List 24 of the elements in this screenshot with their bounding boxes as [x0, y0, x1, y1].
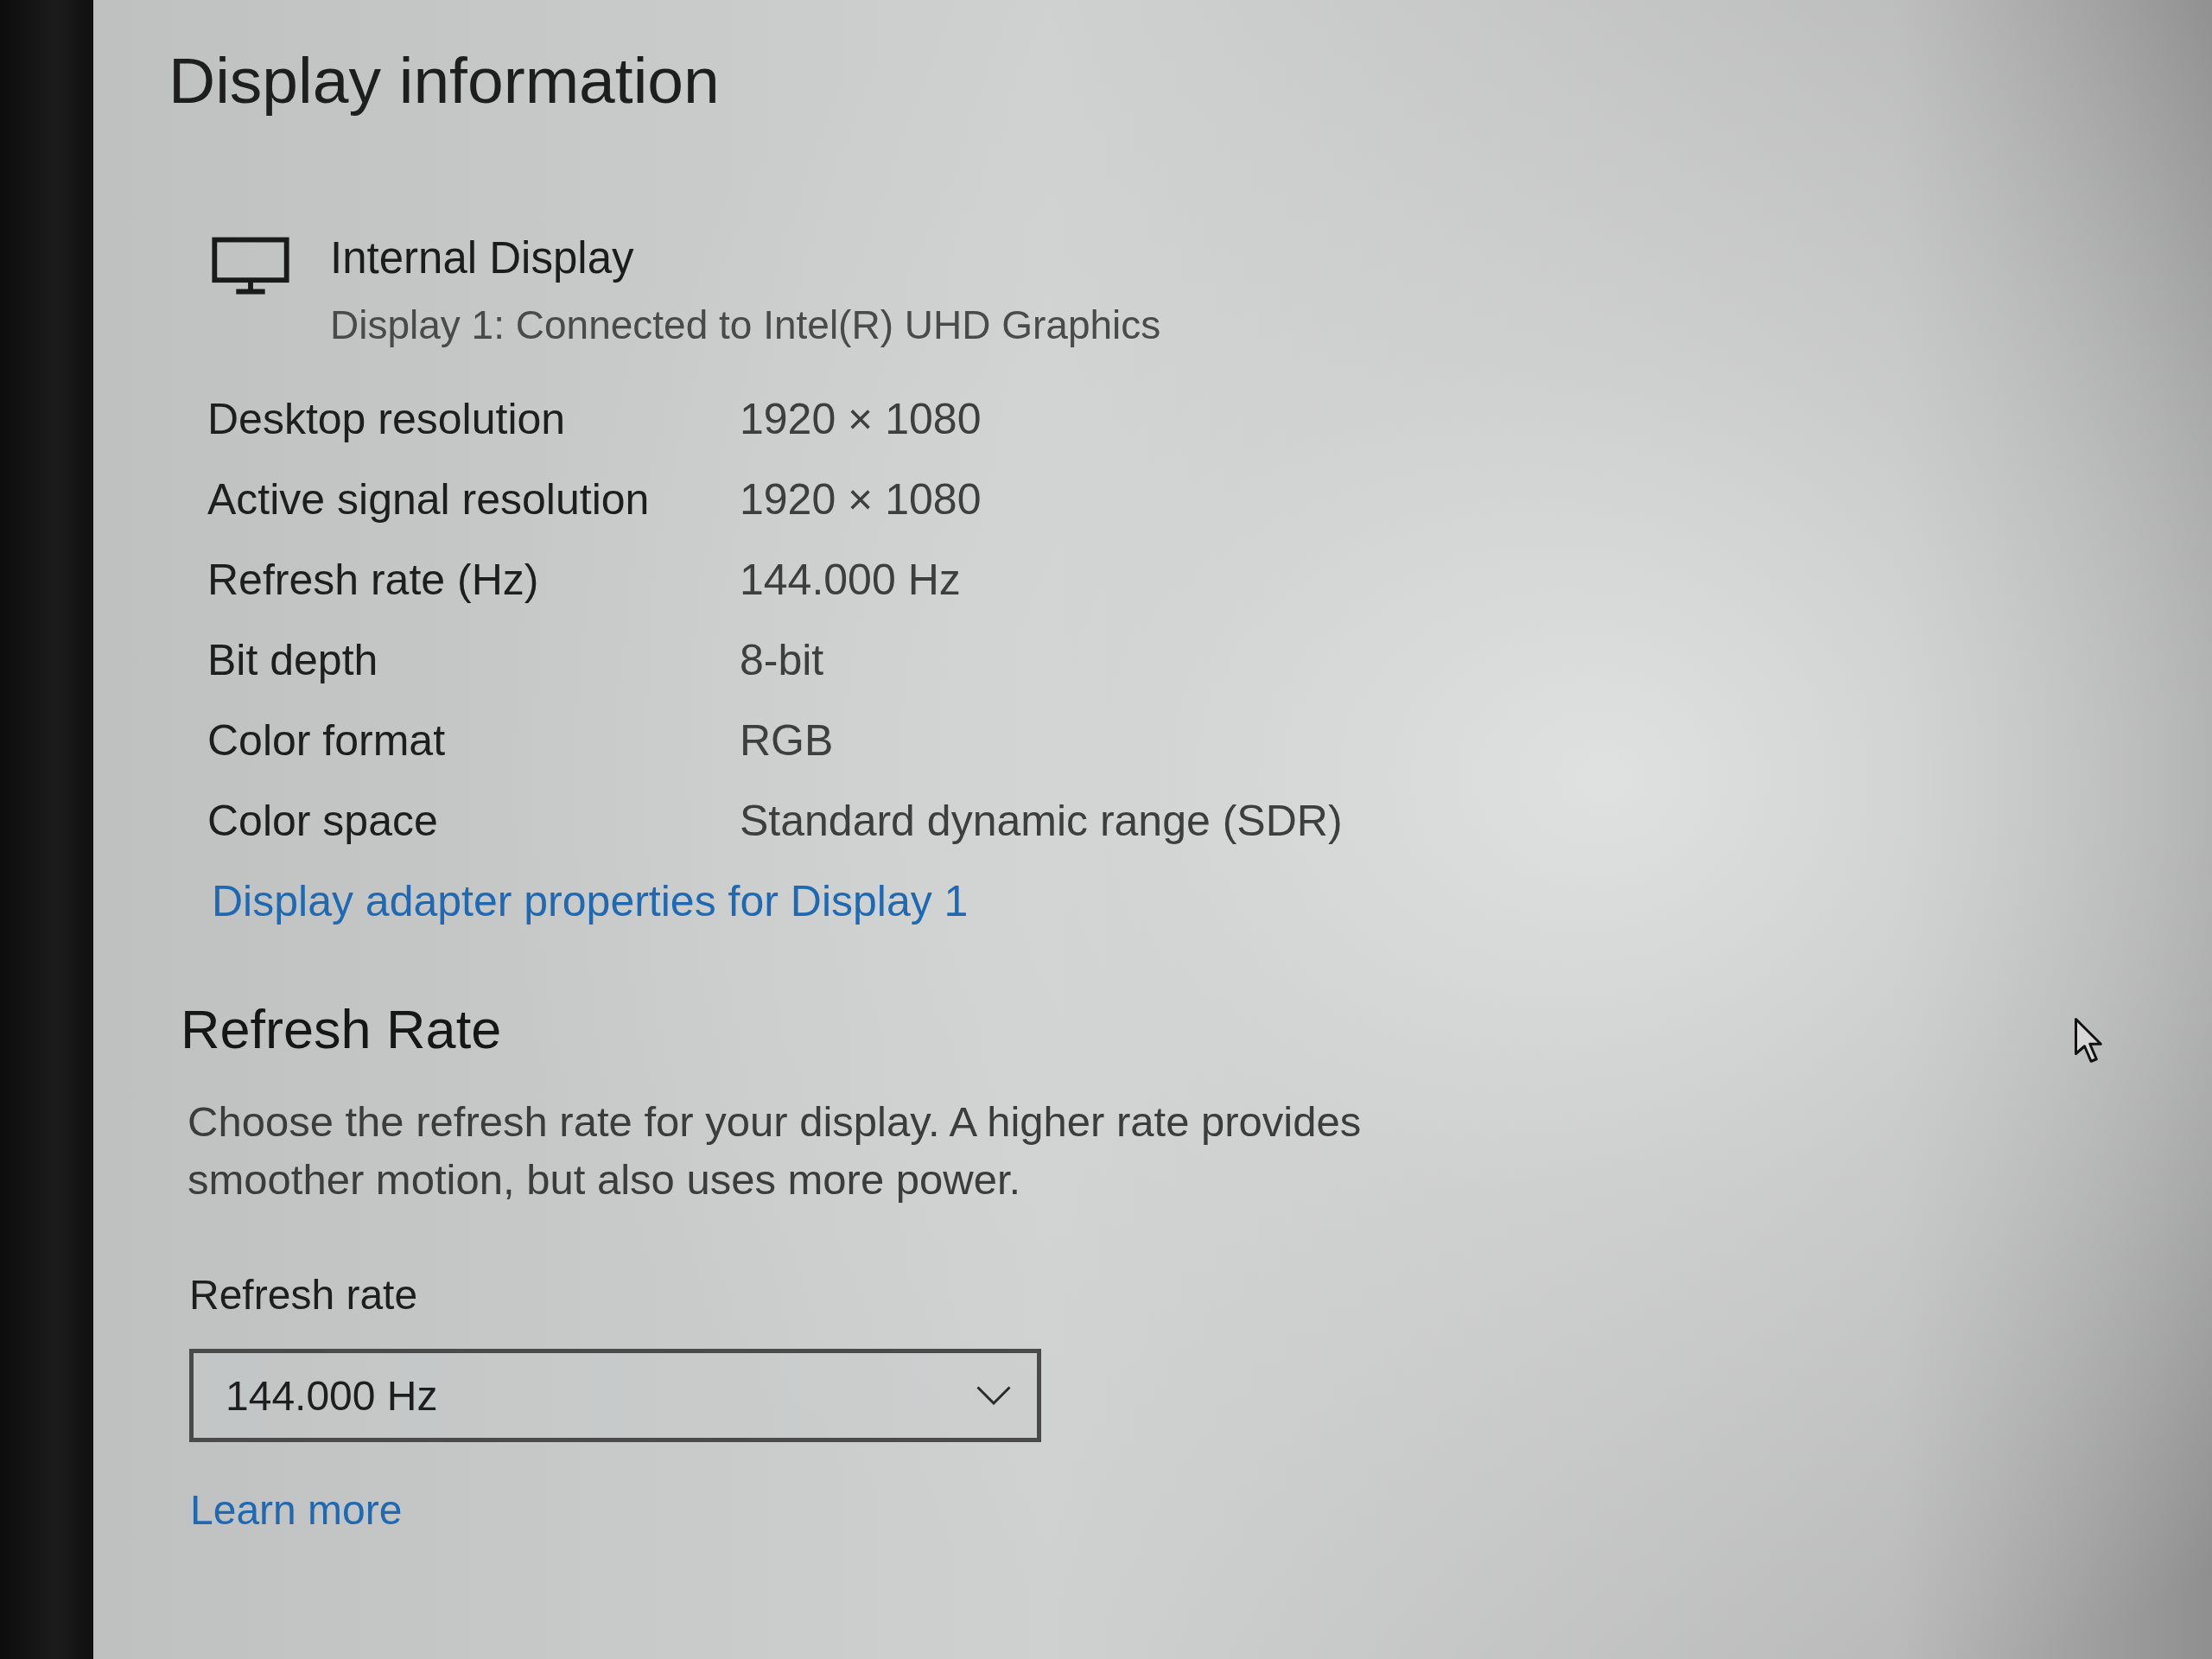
- property-value: RGB: [740, 715, 834, 766]
- learn-more-link[interactable]: Learn more: [190, 1485, 403, 1534]
- property-label: Bit depth: [207, 634, 378, 685]
- property-label: Desktop resolution: [207, 393, 566, 444]
- property-value: Standard dynamic range (SDR): [740, 795, 1343, 846]
- property-value: 1920 × 1080: [740, 474, 982, 524]
- property-value: 1920 × 1080: [740, 393, 982, 444]
- property-label: Color space: [207, 795, 438, 846]
- chevron-down-icon: [976, 1386, 1011, 1405]
- property-value: 144.000 Hz: [740, 554, 961, 605]
- cursor-icon: [2074, 1017, 2104, 1065]
- description-text: Choose the refresh rate for your display. A higher rate provides smoother motion, but also uses more power.: [188, 1097, 1363, 1205]
- property-label: Active signal resolution: [207, 474, 650, 524]
- section-title: Refresh Rate: [181, 998, 502, 1061]
- display-detail: Display 1: Connected to Intel(R) UHD Graphics: [330, 302, 1161, 348]
- adapter-properties-link[interactable]: Display adapter properties for Display 1: [212, 875, 969, 926]
- display-name: Internal Display: [330, 232, 634, 284]
- field-label: Refresh rate: [189, 1271, 418, 1319]
- property-label: Refresh rate (Hz): [207, 554, 539, 605]
- monitor-icon: [212, 237, 289, 295]
- property-label: Color format: [207, 715, 446, 766]
- section-title: Display information: [168, 43, 720, 118]
- refresh-rate-dropdown[interactable]: 144.000 Hz: [189, 1349, 1041, 1442]
- property-value: 8-bit: [740, 634, 824, 685]
